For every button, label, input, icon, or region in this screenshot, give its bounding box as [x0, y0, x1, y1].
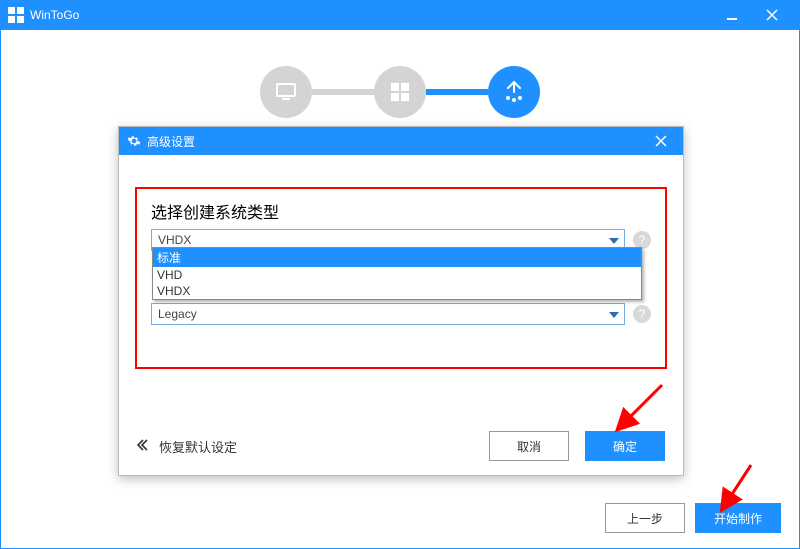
prev-button[interactable]: 上一步 [605, 503, 685, 533]
dialog-footer: 恢复默认设定 取消 确定 [137, 431, 665, 461]
wizard-steps [1, 30, 799, 118]
minimize-button[interactable] [712, 0, 752, 30]
dialog-close-button[interactable] [647, 127, 675, 155]
system-type-dropdown: 标准 VHD VHDX [152, 247, 642, 300]
chevron-down-icon [609, 307, 619, 321]
system-type-value: VHDX [158, 233, 191, 247]
dialog-title: 高级设置 [147, 133, 647, 150]
annotation-arrow-2 [711, 460, 761, 520]
highlighted-section: 选择创建系统类型 VHDX ? 标准 VHD VHDX [135, 187, 667, 369]
step-1-icon [260, 66, 312, 118]
main-titlebar: WinToGo [0, 0, 800, 30]
reset-defaults-link[interactable]: 恢复默认设定 [137, 437, 237, 456]
app-logo-icon [8, 7, 24, 23]
boot-mode-value: Legacy [158, 307, 197, 321]
dialog-body: 选择创建系统类型 VHDX ? 标准 VHD VHDX [119, 155, 683, 475]
system-type-label: 选择创建系统类型 [151, 199, 651, 223]
main-body: 上一步 开始制作 高级设置 选择创建系统类型 VHDX [0, 30, 800, 549]
dropdown-option-vhd[interactable]: VHD [153, 267, 641, 283]
reset-label: 恢复默认设定 [159, 437, 237, 456]
boot-mode-select[interactable]: Legacy [151, 303, 625, 325]
advanced-settings-dialog: 高级设置 选择创建系统类型 VHDX ? [118, 126, 684, 476]
step-2-icon [374, 66, 426, 118]
help-button-2[interactable]: ? [633, 305, 651, 323]
dialog-cancel-button[interactable]: 取消 [489, 431, 569, 461]
annotation-arrow-1 [607, 380, 667, 440]
dropdown-option-vhdx[interactable]: VHDX [153, 283, 641, 299]
close-button[interactable] [752, 0, 792, 30]
step-3-icon [488, 66, 540, 118]
boot-mode-row: Legacy ? [151, 303, 651, 325]
gear-icon [127, 134, 141, 148]
app-title: WinToGo [30, 8, 712, 22]
reset-icon [137, 438, 153, 455]
dialog-titlebar: 高级设置 [119, 127, 683, 155]
step-connector-2 [426, 89, 488, 95]
dropdown-option-standard[interactable]: 标准 [153, 248, 641, 267]
step-connector-1 [312, 89, 374, 95]
chevron-down-icon [609, 233, 619, 247]
